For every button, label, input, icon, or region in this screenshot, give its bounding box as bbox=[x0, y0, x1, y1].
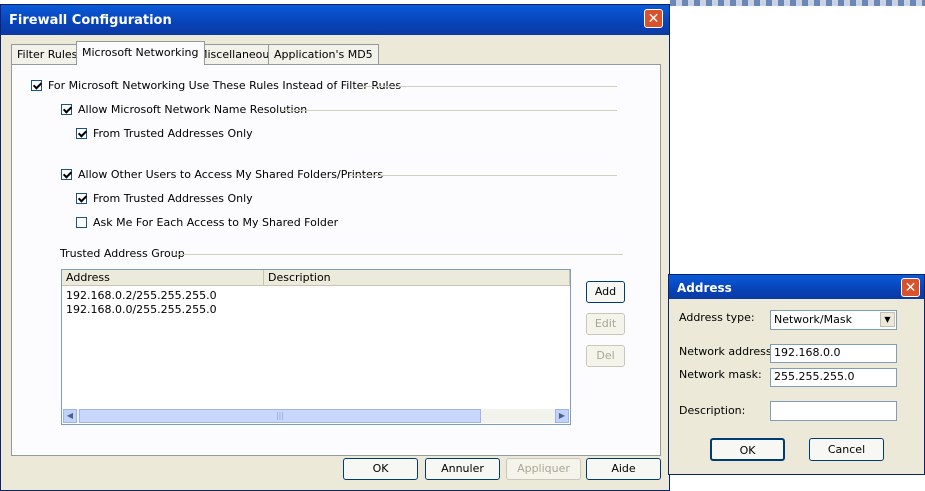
title-bar[interactable]: Firewall Configuration ✕ bbox=[1, 5, 669, 35]
column-header-address[interactable]: Address bbox=[62, 270, 264, 286]
apply-button[interactable]: Appliquer bbox=[506, 458, 581, 480]
name-trusted-only-label: From Trusted Addresses Only bbox=[93, 127, 253, 140]
address-cancel-button[interactable]: Cancel bbox=[809, 438, 884, 461]
network-mask-label: Network mask: bbox=[679, 368, 762, 381]
shared-trusted-only-checkbox[interactable] bbox=[76, 193, 87, 204]
help-button[interactable]: Aide bbox=[586, 458, 661, 480]
description-label: Description: bbox=[679, 404, 746, 417]
ask-each-access-checkbox[interactable] bbox=[76, 217, 87, 228]
close-icon[interactable]: ✕ bbox=[901, 278, 920, 297]
horizontal-scrollbar[interactable]: ◀ ||| ▶ bbox=[63, 409, 569, 423]
firewall-configuration-window: Firewall Configuration ✕ Filter Rules Mi… bbox=[0, 4, 670, 491]
table-row[interactable]: 192.168.0.2/255.255.255.0 bbox=[66, 289, 217, 302]
description-field[interactable] bbox=[770, 401, 897, 421]
separator bbox=[281, 110, 617, 111]
address-type-value: Network/Mask bbox=[774, 313, 852, 326]
address-ok-button[interactable]: OK bbox=[710, 438, 785, 461]
allow-shared-label: Allow Other Users to Access My Shared Fo… bbox=[78, 168, 384, 181]
ok-button[interactable]: OK bbox=[343, 458, 418, 480]
address-type-select[interactable]: Network/Mask ▼ bbox=[770, 310, 897, 330]
column-header-description[interactable]: Description bbox=[264, 270, 570, 286]
trusted-address-group-label: Trusted Address Group bbox=[60, 247, 185, 260]
tab-filter-rules[interactable]: Filter Rules bbox=[11, 44, 84, 64]
scroll-thumb[interactable]: ||| bbox=[79, 409, 481, 423]
separator bbox=[361, 86, 617, 87]
network-address-label: Network address: bbox=[679, 345, 776, 358]
use-rules-checkbox[interactable] bbox=[31, 80, 42, 91]
name-resolution-checkbox[interactable] bbox=[61, 104, 72, 115]
address-dialog: Address ✕ Address type: Network/Mask ▼ N… bbox=[668, 274, 925, 475]
add-button[interactable]: Add bbox=[586, 281, 625, 303]
chevron-down-icon[interactable]: ▼ bbox=[880, 312, 895, 327]
address-dialog-title: Address bbox=[677, 281, 732, 295]
separator bbox=[175, 254, 623, 255]
window-title: Firewall Configuration bbox=[9, 13, 172, 28]
cancel-button[interactable]: Annuler bbox=[425, 458, 500, 480]
del-button[interactable]: Del bbox=[586, 345, 625, 367]
trusted-address-list[interactable]: Address Description 192.168.0.2/255.255.… bbox=[61, 269, 571, 425]
scroll-right-icon[interactable]: ▶ bbox=[555, 409, 569, 423]
shared-trusted-only-label: From Trusted Addresses Only bbox=[93, 192, 253, 205]
network-mask-field[interactable]: 255.255.255.0 bbox=[770, 368, 897, 387]
name-resolution-label: Allow Microsoft Network Name Resolution bbox=[78, 103, 308, 116]
network-address-field[interactable]: 192.168.0.0 bbox=[770, 344, 897, 363]
separator bbox=[349, 175, 617, 176]
close-icon[interactable]: ✕ bbox=[644, 9, 663, 28]
name-trusted-only-checkbox[interactable] bbox=[76, 128, 87, 139]
ask-each-access-label: Ask Me For Each Access to My Shared Fold… bbox=[93, 216, 339, 229]
table-row[interactable]: 192.168.0.0/255.255.255.0 bbox=[66, 303, 217, 316]
address-title-bar[interactable]: Address ✕ bbox=[669, 275, 924, 299]
tab-microsoft-networking[interactable]: Microsoft Networking bbox=[76, 41, 205, 65]
allow-shared-checkbox[interactable] bbox=[61, 169, 72, 180]
address-type-label: Address type: bbox=[679, 311, 755, 324]
tab-applications-md5[interactable]: Application's MD5 bbox=[268, 44, 379, 64]
taskbar-icons-strip bbox=[670, 0, 925, 6]
scroll-left-icon[interactable]: ◀ bbox=[63, 409, 77, 423]
use-rules-label: For Microsoft Networking Use These Rules… bbox=[48, 79, 402, 92]
edit-button[interactable]: Edit bbox=[586, 313, 625, 335]
